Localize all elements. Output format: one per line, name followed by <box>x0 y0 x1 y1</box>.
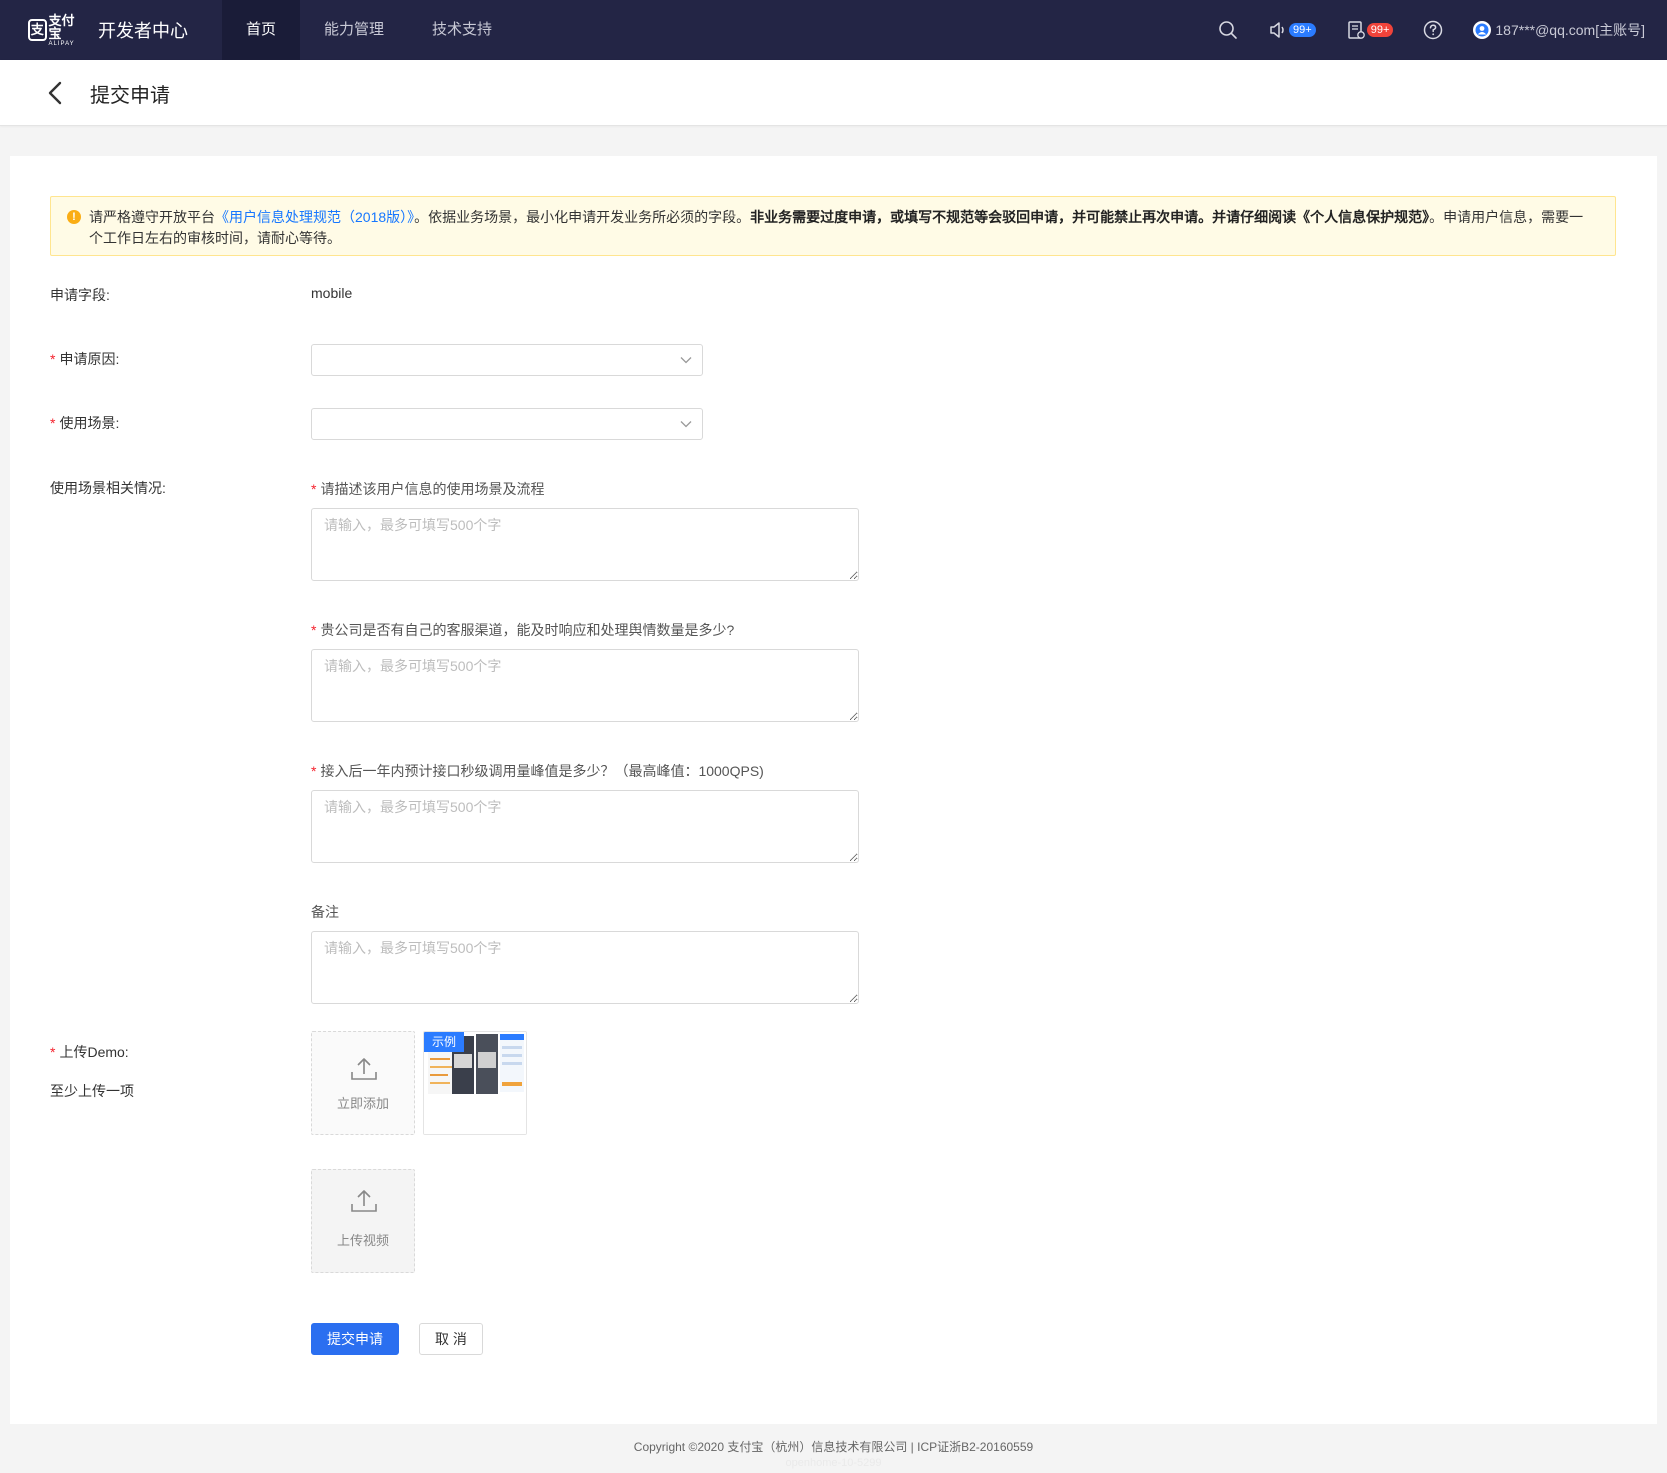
top-navigation: 支 支付宝 ALIPAY 开发者中心 首页 能力管理 技术支持 99+ 99+ … <box>0 0 1667 60</box>
avatar-icon <box>1475 23 1489 37</box>
required-mark: * <box>311 481 317 497</box>
search-button[interactable] <box>1218 20 1238 40</box>
avatar <box>1473 21 1492 39</box>
field-value: mobile <box>311 285 353 301</box>
nav-tab-home[interactable]: 首页 <box>222 0 301 60</box>
notice-banner: ! 请严格遵守开放平台《用户信息处理规范（2018版）》。依据业务场景，最小化申… <box>50 196 1616 256</box>
question-icon <box>1424 20 1443 40</box>
page-title: 提交申请 <box>90 85 170 107</box>
upload-icon <box>351 1058 377 1080</box>
remark-textarea[interactable] <box>311 931 859 1004</box>
required-mark: * <box>50 415 56 431</box>
upload-demo-button[interactable]: 立即添加 <box>311 1031 415 1135</box>
notice-middle: 。依据业务场景，最小化申请开发业务所必须的字段。 <box>414 209 751 225</box>
warning-icon: ! <box>67 210 81 224</box>
scene-detail-label: 使用场景相关情况: <box>50 480 166 496</box>
scene-select[interactable] <box>311 408 703 440</box>
required-mark: * <box>50 351 56 367</box>
question-2-textarea[interactable] <box>311 649 859 722</box>
upload-demo-label: 立即添加 <box>336 1096 389 1111</box>
nav-right: 99+ 99+ 187***@qq.com[主账号] <box>1218 0 1667 60</box>
notice-prefix: 请严格遵守开放平台 <box>89 209 215 225</box>
help-button[interactable] <box>1423 20 1443 40</box>
account-name: 187***@qq.com[主账号] <box>1495 22 1645 38</box>
question-2-label-text: 贵公司是否有自己的客服渠道，能及时响应和处理舆情数量是多少? <box>320 622 735 638</box>
remark-label: 备注 <box>311 904 339 920</box>
reason-label: * 申请原因: <box>50 349 119 369</box>
notice-policy-link[interactable]: 《用户信息处理规范（2018版）》 <box>215 209 414 225</box>
field-label: 申请字段: <box>50 287 110 303</box>
question-2-label: * 贵公司是否有自己的客服渠道，能及时响应和处理舆情数量是多少? <box>311 620 734 640</box>
back-button[interactable] <box>44 80 68 106</box>
speaker-icon <box>1270 22 1284 38</box>
demo-label: * 上传Demo: <box>50 1042 129 1062</box>
chevron-left-icon <box>48 81 62 105</box>
notice-bold: 非业务需要过度申请，或填写不规范等会驳回申请，并可能禁止再次申请。并请仔细阅读《… <box>750 209 1430 225</box>
alipay-logo: 支 支付宝 ALIPAY <box>28 14 80 47</box>
submit-button[interactable]: 提交申请 <box>311 1323 399 1355</box>
main-card: ! 请严格遵守开放平台《用户信息处理规范（2018版）》。依据业务场景，最小化申… <box>10 156 1657 1424</box>
chevron-down-icon <box>680 357 692 364</box>
question-1-textarea[interactable] <box>311 508 859 581</box>
announcement-button[interactable]: 99+ <box>1268 20 1316 40</box>
footer-copyright: Copyright ©2020 支付宝（杭州）信息技术有限公司 | ICP证浙B… <box>633 1440 1034 1454</box>
messages-button[interactable]: 99+ <box>1346 20 1394 40</box>
alipay-logo-cn: 支付宝 <box>48 12 75 41</box>
required-mark: * <box>311 622 317 638</box>
question-3-textarea[interactable] <box>311 790 859 863</box>
scene-label-text: 使用场景: <box>59 415 120 431</box>
alipay-logo-mark: 支 <box>28 19 47 41</box>
nav-tab-tech-support[interactable]: 技术支持 <box>408 0 516 60</box>
question-3-label: * 接入后一年内预计接口秒级调用量峰值是多少？（最高峰值：1000QPS) <box>311 761 764 781</box>
alipay-logo-en: ALIPAY <box>48 40 75 47</box>
reason-label-text: 申请原因: <box>59 351 120 367</box>
question-1-label: * 请描述该用户信息的使用场景及流程 <box>311 479 544 499</box>
cancel-button[interactable]: 取 消 <box>419 1323 483 1355</box>
question-3-label-text: 接入后一年内预计接口秒级调用量峰值是多少？（最高峰值：1000QPS) <box>320 763 764 779</box>
upload-video-button[interactable]: 上传视频 <box>311 1169 415 1273</box>
announcement-badge: 99+ <box>1289 23 1316 37</box>
demo-label-text: 上传Demo: <box>59 1044 129 1060</box>
required-mark: * <box>311 763 317 779</box>
search-icon <box>1219 21 1237 39</box>
message-badge: 99+ <box>1366 23 1394 37</box>
upload-video-label: 上传视频 <box>336 1233 389 1248</box>
scene-label: * 使用场景: <box>50 413 119 433</box>
example-tag: 示例 <box>424 1032 464 1052</box>
account-menu[interactable]: 187***@qq.com[主账号] <box>1473 20 1645 40</box>
upload-icon <box>351 1190 377 1212</box>
reason-select[interactable] <box>311 344 703 376</box>
demo-hint: 至少上传一项 <box>50 1083 134 1099</box>
document-icon <box>1347 21 1365 39</box>
footer-server-id: openhome-10-5299 <box>785 1457 882 1469</box>
required-mark: * <box>50 1044 56 1060</box>
example-preview[interactable]: 示例 <box>423 1031 527 1135</box>
nav-tab-capability-management[interactable]: 能力管理 <box>300 0 408 60</box>
question-1-label-text: 请描述该用户信息的使用场景及流程 <box>320 481 545 497</box>
page-header: 提交申请 <box>0 60 1667 126</box>
chevron-down-icon <box>680 421 692 428</box>
nav-tabs: 首页 能力管理 技术支持 <box>222 0 516 60</box>
brand-title: 开发者中心 <box>98 21 188 41</box>
brand[interactable]: 支 支付宝 ALIPAY 开发者中心 <box>28 14 188 47</box>
